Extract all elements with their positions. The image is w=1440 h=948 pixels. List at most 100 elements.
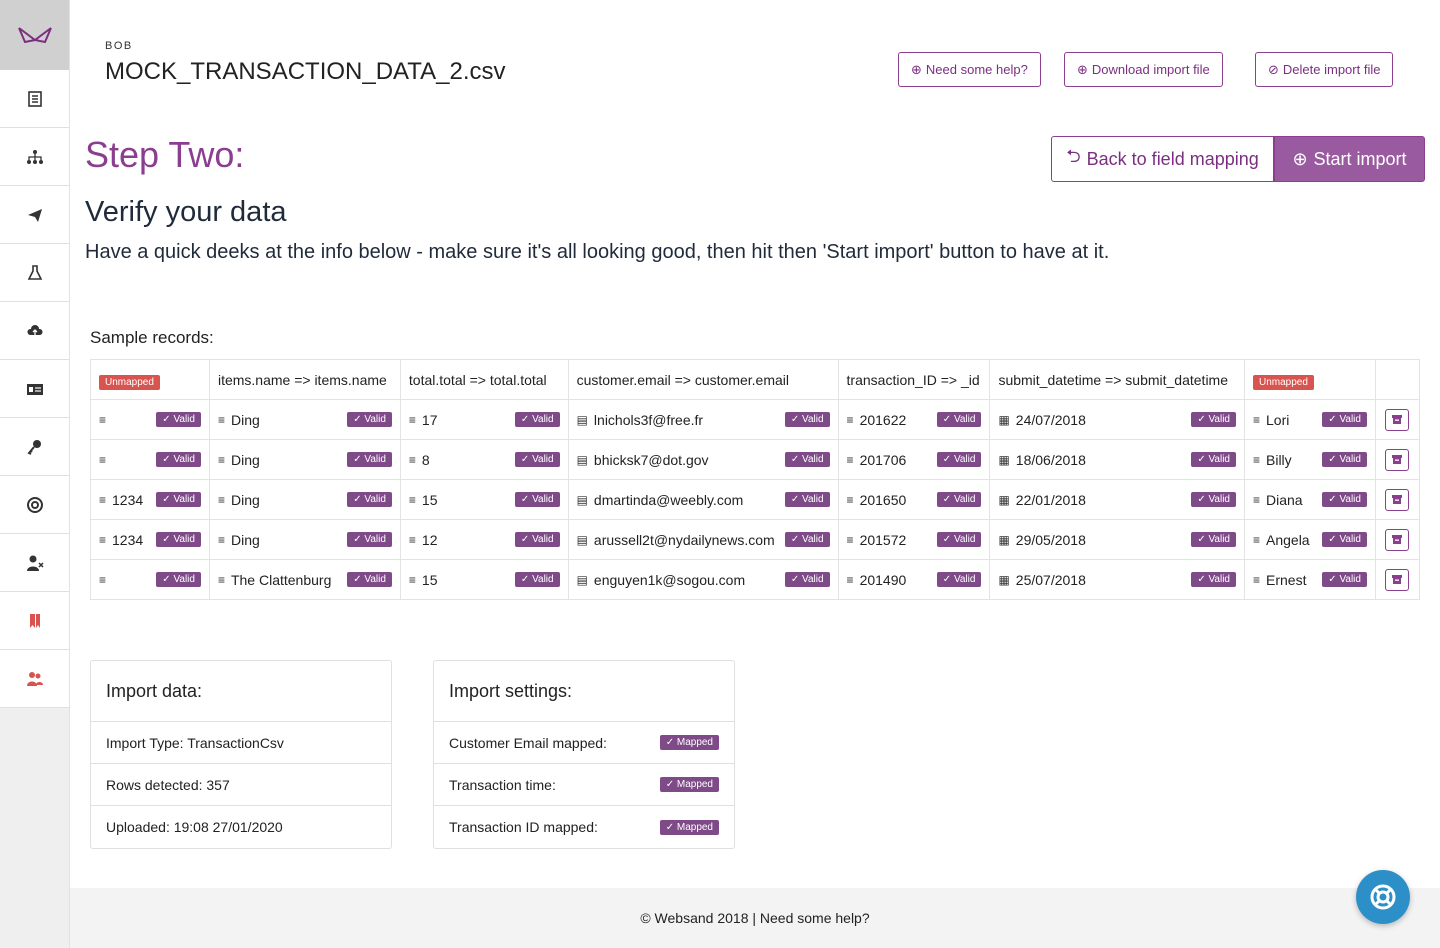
sidebar-item-flask[interactable] xyxy=(0,244,69,302)
table-cell: ≡ 201622 ✓ Valid xyxy=(837,399,991,440)
start-import-button[interactable]: ⊕ Start import xyxy=(1274,136,1425,182)
setting-row: Transaction ID mapped: ✓ Mapped xyxy=(434,806,734,848)
text-lines-icon: ≡ xyxy=(99,492,107,507)
logo-icon[interactable] xyxy=(0,0,69,70)
table-cell: ≡ 12 ✓ Valid xyxy=(399,519,569,560)
cell-value: Diana xyxy=(1266,491,1303,508)
calendar-icon: ▦ xyxy=(998,452,1010,467)
text-lines-icon: ≡ xyxy=(408,532,416,547)
id-card-icon: ▤ xyxy=(576,412,588,427)
valid-badge: ✓ Valid xyxy=(936,412,982,427)
cell-value: 15 xyxy=(421,571,438,588)
sidebar-item-support[interactable] xyxy=(0,476,69,534)
table-cell: ≡ Ding ✓ Valid xyxy=(208,399,401,440)
help-fab-button[interactable] xyxy=(1356,870,1410,924)
table-cell: ≡ Diana ✓ Valid xyxy=(1243,479,1376,520)
download-button[interactable]: ⊕ Download import file xyxy=(1064,52,1223,87)
page-header: BOB MOCK_TRANSACTION_DATA_2.csv ⊕ Need s… xyxy=(70,0,1440,110)
text-lines-icon: ≡ xyxy=(1252,412,1260,427)
valid-badge: ✓ Valid xyxy=(936,492,982,507)
back-button[interactable]: ⮌ Back to field mapping xyxy=(1051,136,1274,182)
valid-badge: ✓ Valid xyxy=(156,412,201,427)
cell-value: lnichols3f@free.fr xyxy=(593,411,704,428)
cell-value: Ding xyxy=(230,451,260,468)
cell-value: 201706 xyxy=(859,451,907,468)
remove-row-button[interactable] xyxy=(1385,448,1410,471)
cell-value: 8 xyxy=(421,451,430,468)
table-cell: ▦ 29/05/2018 ✓ Valid xyxy=(989,519,1245,560)
back-button-label: Back to field mapping xyxy=(1086,148,1259,169)
cell-value: Ernest xyxy=(1266,571,1307,588)
setting-label: Transaction ID mapped: xyxy=(449,819,598,835)
import-type: Import Type: TransactionCsv xyxy=(91,722,391,764)
cell-value: 15 xyxy=(421,491,438,508)
rows-detected: Rows detected: 357 xyxy=(91,764,391,806)
valid-badge: ✓ Valid xyxy=(347,492,392,507)
delete-button-label: Delete import file xyxy=(1282,62,1381,77)
help-button[interactable]: ⊕ Need some help? xyxy=(898,52,1041,87)
sidebar-item-users[interactable] xyxy=(0,650,69,708)
sidebar-item-user-remove[interactable] xyxy=(0,534,69,592)
key-icon xyxy=(26,439,41,455)
cloud-upload-icon xyxy=(26,324,43,335)
table-cell: ≡ 8 ✓ Valid xyxy=(399,439,569,480)
table-row: ≡ 1234 ✓ Valid ≡ Ding ✓ Valid ≡ 15 ✓ Valid ▤ dmart… xyxy=(90,479,1421,520)
table-cell: ▤ lnichols3f@free.fr ✓ Valid xyxy=(567,399,839,440)
remove-row-button[interactable] xyxy=(1385,488,1410,511)
table-cell: ≡ 15 ✓ Valid xyxy=(399,559,569,600)
table-cell: ≡ ✓ Valid xyxy=(90,399,210,440)
text-lines-icon: ≡ xyxy=(846,492,854,507)
valid-badge: ✓ Valid xyxy=(347,452,392,467)
table-cell: ≡ 201650 ✓ Valid xyxy=(837,479,991,520)
table-cell: ≡ 1234 ✓ Valid xyxy=(90,519,210,560)
remove-row-button[interactable] xyxy=(1385,528,1410,551)
table-cell: ▤ enguyen1k@sogou.com ✓ Valid xyxy=(567,559,839,600)
valid-badge: ✓ Valid xyxy=(1191,412,1236,427)
remove-row-button[interactable] xyxy=(1385,568,1410,591)
column-header: total.total => total.total xyxy=(399,359,569,400)
sidebar-item-send[interactable] xyxy=(0,186,69,244)
remove-row-button[interactable] xyxy=(1385,408,1410,431)
unmapped-badge: Unmapped xyxy=(99,374,160,390)
table-row: ≡ ✓ Valid ≡ The Clattenburg ✓ Valid ≡ 15 ✓ Vali… xyxy=(90,559,1421,600)
table-cell: ≡ Angela ✓ Valid xyxy=(1243,519,1376,560)
id-card-icon: ▤ xyxy=(576,492,588,507)
sample-records-label: Sample records: xyxy=(90,328,214,347)
table-cell: ≡ ✓ Valid xyxy=(90,439,210,480)
text-lines-icon: ≡ xyxy=(408,492,416,507)
valid-badge: ✓ Valid xyxy=(156,492,201,507)
sidebar-item-bookmark[interactable] xyxy=(0,592,69,650)
text-lines-icon: ≡ xyxy=(99,412,107,427)
text-lines-icon: ≡ xyxy=(408,412,416,427)
calendar-icon: ▦ xyxy=(998,532,1010,547)
sidebar-item-upload[interactable] xyxy=(0,302,69,360)
sidebar-item-hierarchy[interactable] xyxy=(0,128,69,186)
setting-row: Customer Email mapped: ✓ Mapped xyxy=(434,722,734,764)
user-remove-icon xyxy=(26,555,44,571)
text-lines-icon: ≡ xyxy=(217,532,225,547)
valid-badge: ✓ Valid xyxy=(784,412,830,427)
ban-icon: ⊘ xyxy=(1268,61,1279,77)
text-lines-icon: ≡ xyxy=(99,532,107,547)
cell-value: Angela xyxy=(1266,531,1310,548)
sidebar-item-list[interactable] xyxy=(0,70,69,128)
sidebar-item-key[interactable] xyxy=(0,418,69,476)
table-cell: ≡ The Clattenburg ✓ Valid xyxy=(208,559,401,600)
text-lines-icon: ≡ xyxy=(408,572,416,587)
cell-value: 25/07/2018 xyxy=(1015,571,1086,588)
setting-label: Transaction time: xyxy=(449,776,556,793)
bookmark-icon xyxy=(29,613,40,628)
delete-button[interactable]: ⊘ Delete import file xyxy=(1255,52,1394,87)
id-card-icon: ▤ xyxy=(576,532,588,547)
footer-text[interactable]: © Websand 2018 | Need some help? xyxy=(640,910,869,926)
sidebar-item-id-card[interactable] xyxy=(0,360,69,418)
lifebuoy-icon: ⊕ xyxy=(911,61,922,77)
table-cell-actions xyxy=(1374,399,1421,440)
valid-badge: ✓ Valid xyxy=(514,492,560,507)
table-cell: ≡ 15 ✓ Valid xyxy=(399,479,569,520)
valid-badge: ✓ Valid xyxy=(1322,452,1367,467)
start-import-label: Start import xyxy=(1313,148,1407,169)
table-cell-actions xyxy=(1374,559,1421,600)
valid-badge: ✓ Valid xyxy=(156,532,201,547)
cell-value: 1234 xyxy=(112,531,144,548)
